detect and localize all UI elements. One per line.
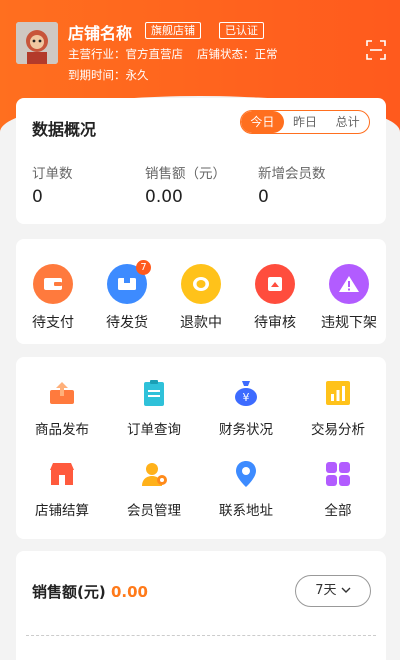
member-icon <box>140 460 168 488</box>
location-icon <box>232 460 260 488</box>
tools-card: 商品发布 订单查询 ¥ 财务状况 交易分析 店铺结算 会员管理 联系地址 全部 <box>16 357 386 539</box>
sales-amount-value: 0.00 <box>145 187 183 207</box>
status-value: 正常 <box>254 47 278 61</box>
verified-tag: 已认证 <box>219 22 264 39</box>
industry-label: 主营行业： <box>68 47 126 61</box>
tool-label: 店铺结算 <box>35 503 89 519</box>
expire-line: 到期时间：永久 <box>68 67 149 83</box>
clipboard-icon <box>140 379 168 407</box>
tool-label: 会员管理 <box>127 503 181 519</box>
warning-icon <box>329 264 369 304</box>
chart-icon <box>324 379 352 407</box>
overview-period-switch: 今日 昨日 总计 <box>240 110 370 134</box>
tool-product-publish[interactable]: 商品发布 <box>16 379 108 438</box>
order-count-label: 订单数 <box>32 166 73 182</box>
store-name: 店铺名称 <box>68 24 133 43</box>
sales-card: 销售额(元) 0.00 7天 <box>16 551 386 660</box>
expire-value: 永久 <box>125 68 149 82</box>
money-bag-icon: ¥ <box>232 379 260 407</box>
order-status-label: 待支付 <box>32 315 74 331</box>
wallet-icon <box>33 264 73 304</box>
tool-trade-analysis[interactable]: 交易分析 <box>292 379 384 438</box>
new-members-value: 0 <box>258 187 269 207</box>
sales-amount-label: 销售额（元） <box>145 166 226 182</box>
store-avatar[interactable] <box>16 22 58 64</box>
order-pending-review[interactable]: 待审核 <box>238 264 312 332</box>
grid-icon <box>324 460 352 488</box>
upload-icon <box>48 379 76 407</box>
tab-yesterday[interactable]: 昨日 <box>284 111 327 133</box>
order-pending-shipment[interactable]: 7 待发货 <box>90 260 164 332</box>
tool-store-settlement[interactable]: 店铺结算 <box>16 460 108 519</box>
tab-today[interactable]: 今日 <box>241 111 284 133</box>
tool-all[interactable]: 全部 <box>292 460 384 519</box>
tool-label: 全部 <box>324 503 352 519</box>
order-count-value: 0 <box>32 187 43 207</box>
store-icon <box>48 460 76 488</box>
order-violation-removed[interactable]: 违规下架 <box>312 264 386 332</box>
sales-range-dropdown[interactable]: 7天 <box>295 575 371 607</box>
store-meta-line: 主营行业：官方直营店 店铺状态：正常 <box>68 46 278 62</box>
order-status-label: 待发货 <box>106 315 148 331</box>
tool-contact-address[interactable]: 联系地址 <box>200 460 292 519</box>
review-icon <box>255 264 295 304</box>
tab-total[interactable]: 总计 <box>326 111 369 133</box>
data-overview-card: 数据概况 今日 昨日 总计 订单数 销售额（元） 新增会员数 0 0.00 0 <box>16 98 386 224</box>
tool-order-query[interactable]: 订单查询 <box>108 379 200 438</box>
order-status-label: 待审核 <box>254 315 296 331</box>
sales-range-label: 7天 <box>315 583 337 598</box>
order-status-card: 待支付 7 待发货 退款中 待审核 违规下架 <box>16 239 386 344</box>
status-label: 店铺状态： <box>197 47 255 61</box>
shipment-count-badge: 7 <box>136 260 151 275</box>
chevron-down-icon <box>341 583 351 598</box>
scan-icon[interactable] <box>366 40 386 60</box>
box-icon: 7 <box>107 260 151 304</box>
chart-divider <box>26 635 376 636</box>
sales-title: 销售额(元) 0.00 <box>32 581 148 602</box>
tool-label: 财务状况 <box>219 422 273 438</box>
sales-total-value: 0.00 <box>110 583 148 601</box>
flagship-tag: 旗舰店铺 <box>145 22 201 39</box>
tool-label: 商品发布 <box>35 422 89 438</box>
tool-label: 订单查询 <box>127 422 181 438</box>
sales-title-label: 销售额(元) <box>32 583 106 601</box>
coin-icon <box>181 264 221 304</box>
tool-label: 交易分析 <box>311 422 365 438</box>
order-status-label: 退款中 <box>180 315 222 331</box>
industry-value: 官方直营店 <box>125 47 184 61</box>
tool-label: 联系地址 <box>219 503 273 519</box>
new-members-label: 新增会员数 <box>258 166 326 182</box>
tool-member-management[interactable]: 会员管理 <box>108 460 200 519</box>
overview-title: 数据概况 <box>32 120 97 139</box>
expire-label: 到期时间： <box>68 68 126 82</box>
order-pending-payment[interactable]: 待支付 <box>16 264 90 332</box>
order-status-label: 违规下架 <box>321 315 377 331</box>
tool-finance[interactable]: ¥ 财务状况 <box>200 379 292 438</box>
svg-text:¥: ¥ <box>243 391 250 404</box>
order-refunding[interactable]: 退款中 <box>164 264 238 332</box>
